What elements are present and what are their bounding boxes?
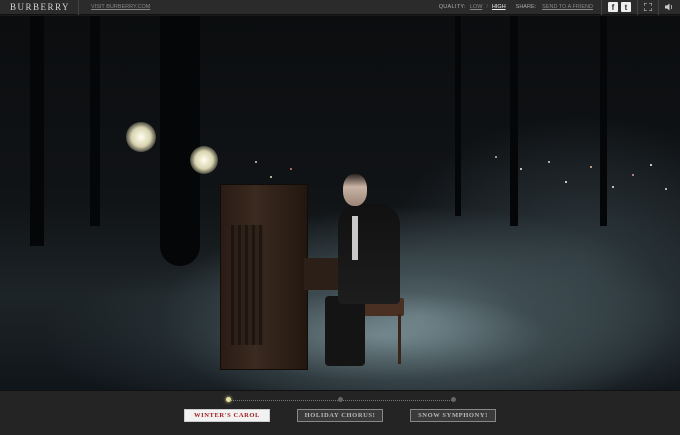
distant-light	[632, 174, 634, 176]
share-label: SHARE:	[515, 4, 537, 10]
quality-high-option[interactable]: HIGH	[492, 4, 506, 10]
upright-piano	[220, 184, 308, 370]
quality-selector: QUALITY: LOW / HIGH	[439, 4, 516, 10]
hanging-lantern	[126, 122, 156, 152]
distant-light	[255, 161, 257, 163]
chapter-button-holiday-chorus[interactable]: HOLIDAY CHORUS!	[297, 409, 383, 422]
fullscreen-icon	[644, 3, 652, 11]
hanging-lantern	[190, 146, 218, 174]
facebook-icon[interactable]: f	[608, 2, 618, 12]
chapter-button-snow-symphony[interactable]: SNOW SYMPHONY!	[410, 409, 496, 422]
distant-light	[612, 186, 614, 188]
distant-light	[548, 161, 550, 163]
share-section: SHARE: SEND TO A FRIEND	[516, 4, 601, 10]
twitter-icon[interactable]: t	[621, 2, 631, 12]
pianist-legs	[325, 296, 365, 366]
tree-trunk	[600, 16, 607, 226]
distant-light	[650, 164, 652, 166]
distant-light	[565, 181, 567, 183]
video-player[interactable]	[0, 16, 680, 390]
pianist-body	[338, 204, 400, 304]
chapter-marker-1[interactable]	[226, 397, 231, 402]
brand-logo[interactable]: BURBERRY	[0, 0, 80, 15]
distant-light	[665, 188, 667, 190]
tree-trunk	[30, 16, 44, 246]
chapter-marker-3[interactable]	[451, 397, 456, 402]
chapter-marker-2[interactable]	[338, 397, 343, 402]
pianist-head	[343, 174, 367, 206]
visit-site-link[interactable]: VISIT BURBERRY.COM	[79, 4, 150, 10]
chapter-button-winters-carol[interactable]: WINTER'S CAROL	[184, 409, 270, 422]
tree-trunk	[160, 16, 200, 266]
chapter-bar: WINTER'S CAROL HOLIDAY CHORUS! SNOW SYMP…	[0, 390, 680, 435]
distant-light	[495, 156, 497, 158]
distant-light	[270, 176, 272, 178]
send-to-friend-link[interactable]: SEND TO A FRIEND	[542, 4, 593, 10]
fullscreen-button[interactable]	[637, 0, 658, 15]
quality-label: QUALITY:	[438, 4, 466, 10]
top-bar: BURBERRY VISIT BURBERRY.COM QUALITY: LOW…	[0, 0, 680, 15]
tree-trunk	[455, 16, 461, 216]
distant-light	[520, 168, 522, 170]
sound-button[interactable]	[658, 0, 680, 15]
quality-low-option[interactable]: LOW	[470, 4, 483, 10]
tree-trunk	[510, 16, 518, 226]
tree-trunk	[90, 16, 100, 226]
quality-separator: /	[486, 4, 488, 10]
speaker-icon	[665, 3, 672, 11]
distant-light	[290, 168, 292, 170]
social-icons: f t	[601, 0, 637, 15]
distant-light	[590, 166, 592, 168]
